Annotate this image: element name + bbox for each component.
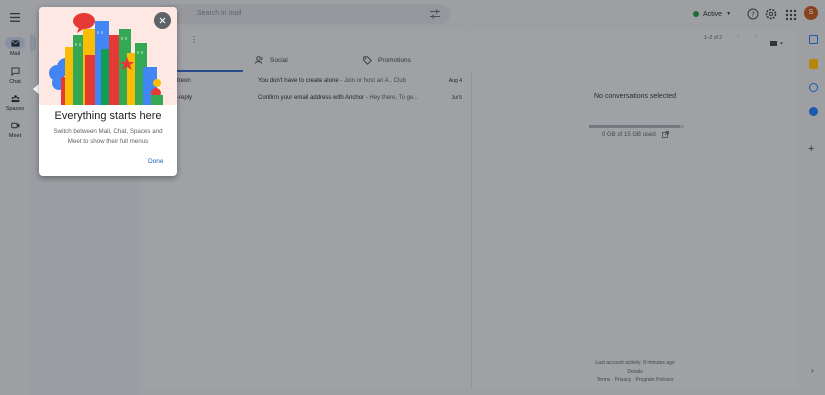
done-button[interactable]: Done — [148, 158, 164, 165]
popup-description: Switch between Mail, Chat, Spaces and Me… — [53, 128, 163, 145]
close-button[interactable] — [154, 12, 171, 29]
close-icon — [159, 17, 166, 24]
popup-title: Everything starts here — [54, 110, 162, 122]
onboarding-dialog: Everything starts here Switch between Ma… — [39, 7, 177, 176]
